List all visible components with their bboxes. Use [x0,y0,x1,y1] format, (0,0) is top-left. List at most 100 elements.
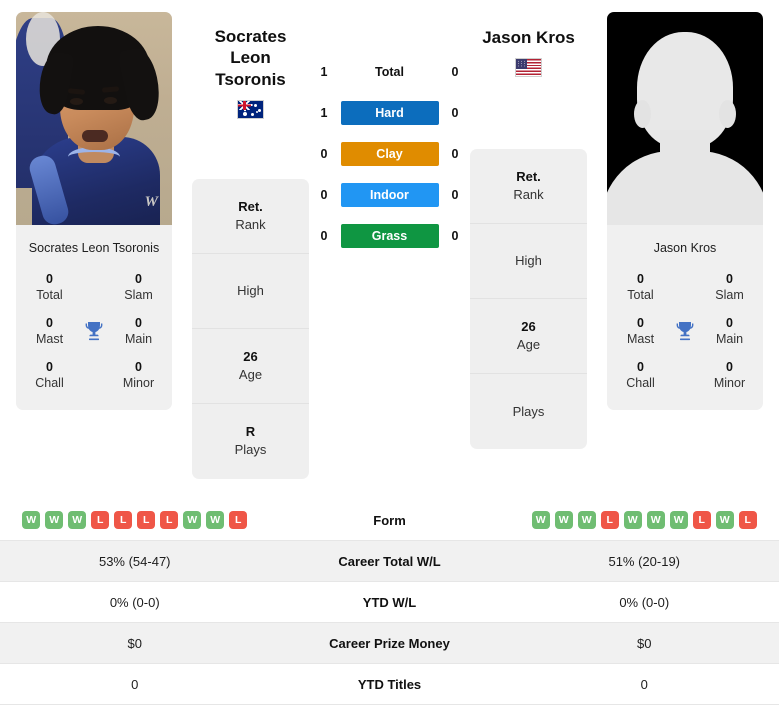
rank-row-high: High [192,253,309,329]
table-row: 53% (54-47) Career Total W/L 51% (20-19) [0,541,779,582]
stat-value-left: 0% (0-0) [109,594,160,610]
title-stat-chall: 0 Chall [626,360,655,391]
surface-left-value: 0 [320,229,328,243]
surface-right-value: 0 [451,106,459,120]
title-stat-total: 0 Total [627,272,654,303]
surface-row-total: 1 Total 0 [317,60,462,84]
title-stat-main: 0 Main [715,316,744,347]
surface-right-value: 0 [451,147,459,161]
player-name-right: Jason Kros [482,28,575,47]
surface-left-value: 0 [320,147,328,161]
form-badge-l: L [160,511,179,529]
form-badge-w: W [669,511,688,529]
trophy-icon [666,319,704,343]
form-badge-l: L [600,511,619,529]
form-badge-w: W [22,511,41,529]
form-badge-w: W [206,511,225,529]
rank-row-age: 26 Age [470,299,587,375]
surface-label-indoor[interactable]: Indoor [340,183,439,207]
comparison-stats-table: WWWLLLLWWL Form WWWLWWWLWL 53% (54-47) C… [0,500,779,705]
player-card-left[interactable]: W Socrates Leon Tsoronis 0 Total 0 Slam … [16,12,172,411]
usa-flag-icon [515,58,542,78]
comparison-header: W Socrates Leon Tsoronis 0 Total 0 Slam … [0,0,779,500]
stat-value-right: 51% (20-19) [608,553,681,569]
stat-label: Career Total W/L [338,553,441,569]
surface-comparison: 1 Total 0 1 Hard 0 0 Clay 0 0 Indoor 0 0 [309,0,470,248]
stat-value-left: 53% (54-47) [98,553,171,569]
stat-value-left: 0 [131,676,139,692]
form-badge-w: W [715,511,734,529]
player-card-name-right: Jason Kros [653,241,717,255]
surface-row-indoor: 0 Indoor 0 [317,183,462,207]
surface-right-value: 0 [451,188,459,202]
surface-label-clay[interactable]: Clay [340,142,439,166]
player-photo-right [607,12,763,225]
rank-row-high: High [470,224,587,300]
surface-label-hard[interactable]: Hard [340,101,439,125]
form-badge-l: L [692,511,711,529]
title-stat-main: 0 Main [124,316,153,347]
title-stat-mast: 0 Mast [35,316,64,347]
title-stat-chall: 0 Chall [35,360,64,391]
title-stat-mast: 0 Mast [626,316,655,347]
surface-right-value: 0 [451,229,459,243]
title-stat-slam: 0 Slam [715,272,744,303]
title-stat-total: 0 Total [36,272,63,303]
rank-box-left: Ret. Rank High 26 Age R Plays [192,178,309,479]
surface-label-grass[interactable]: Grass [340,224,439,248]
australia-flag-icon [237,99,264,119]
surface-row-grass: 0 Grass 0 [317,224,462,248]
player-photo-left: W [16,12,172,225]
form-badge-l: L [114,511,133,529]
form-badge-w: W [577,511,596,529]
player-info-left: Socrates Leon Tsoronis Ret. Rank High 26 [192,0,309,479]
stat-label: Form [373,512,406,528]
stat-value-left: $0 [127,635,142,651]
surface-left-value: 1 [320,106,328,120]
surface-row-hard: 1 Hard 0 [317,101,462,125]
player-name-left: Socrates Leon Tsoronis [214,27,287,89]
title-stat-slam: 0 Slam [124,272,153,303]
racket-brand-logo: W [144,194,158,210]
surface-row-clay: 0 Clay 0 [317,142,462,166]
form-badge-w: W [646,511,665,529]
form-badge-w: W [68,511,87,529]
form-strip-right: WWWLWWWLWL [510,511,779,529]
player-card-name-left: Socrates Leon Tsoronis [28,241,160,255]
form-badge-w: W [554,511,573,529]
player-card-right[interactable]: Jason Kros 0 Total 0 Slam 0 Mast 0 Main … [607,12,763,411]
stat-value-right: 0 [640,676,648,692]
surface-label-total: Total [375,65,404,79]
stat-value-right: 0% (0-0) [619,594,670,610]
player-info-right: Jason Kros Ret. Rank High 26 Age Plays [470,0,587,450]
table-row: WWWLLLLWWL Form WWWLWWWLWL [0,500,779,541]
form-badge-l: L [738,511,757,529]
table-row: 0% (0-0) YTD W/L 0% (0-0) [0,582,779,623]
surface-left-value: 1 [320,65,328,79]
form-badge-w: W [183,511,202,529]
rank-row-age: 26 Age [192,328,309,404]
form-badge-w: W [531,511,550,529]
surface-left-value: 0 [320,188,328,202]
form-badge-l: L [91,511,110,529]
rank-row-rank: Ret. Rank [192,178,309,254]
table-row: 0 YTD Titles 0 [0,664,779,705]
title-stat-minor: 0 Minor [713,360,746,391]
titles-grid-right: 0 Total 0 Slam 0 Mast 0 Main 0 Chall 0 M… [607,260,763,410]
form-strip-left: WWWLLLLWWL [0,511,270,529]
surface-right-value: 0 [451,65,459,79]
rank-row-plays: Plays [470,374,587,450]
trophy-icon [75,319,113,343]
stat-label: YTD Titles [357,676,422,692]
table-row: $0 Career Prize Money $0 [0,623,779,664]
form-badge-l: L [229,511,248,529]
rank-row-rank: Ret. Rank [470,149,587,225]
form-badge-w: W [623,511,642,529]
stat-label: Career Prize Money [329,635,450,651]
rank-row-plays: R Plays [192,403,309,479]
titles-grid-left: 0 Total 0 Slam 0 Mast 0 Main 0 Chall 0 M… [16,260,172,410]
form-badge-w: W [45,511,64,529]
rank-box-right: Ret. Rank High 26 Age Plays [470,149,587,450]
stat-label: YTD W/L [362,594,417,610]
form-badge-l: L [137,511,156,529]
